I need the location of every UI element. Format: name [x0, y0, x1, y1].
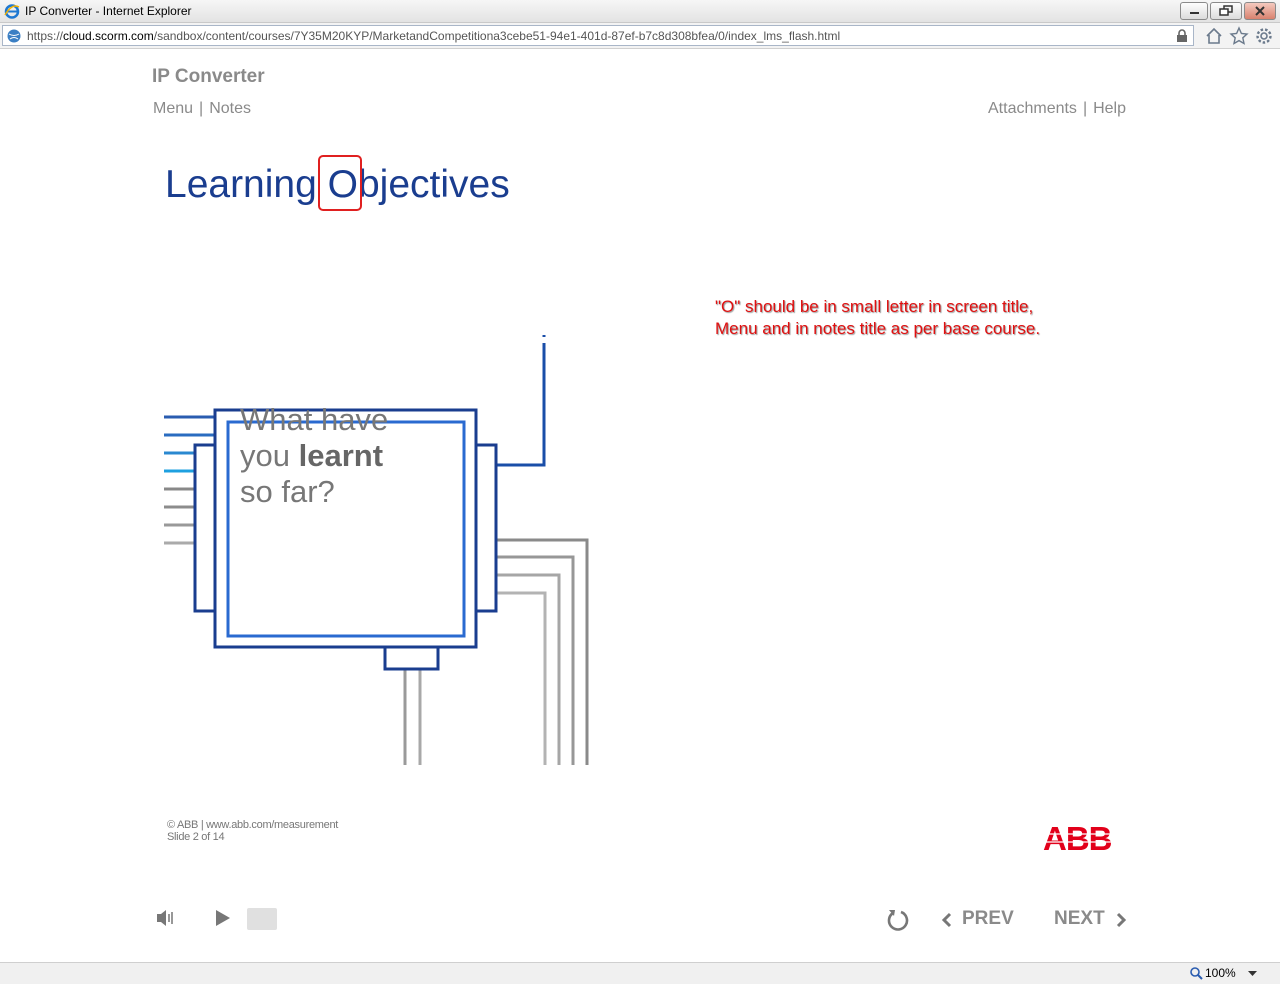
notes-link[interactable]: Notes	[209, 100, 251, 118]
play-icon[interactable]	[213, 907, 233, 929]
top-nav-right: Attachments | Help	[988, 100, 1126, 118]
window-titlebar: IP Converter - Internet Explorer	[0, 0, 1280, 23]
zoom-magnifier-icon	[1190, 967, 1203, 980]
internet-explorer-icon	[4, 4, 20, 19]
chip-right-wires	[496, 538, 589, 765]
review-highlight-box	[318, 155, 362, 211]
help-link[interactable]: Help	[1093, 100, 1126, 118]
course-player: IP Converter Menu | Notes Attachments | Help…	[0, 50, 1280, 962]
url-text: https://cloud.scorm.com/sandbox/content/…	[27, 29, 841, 43]
chip-illustration	[164, 335, 589, 765]
zoom-level[interactable]: 100%	[1205, 966, 1236, 980]
annotation-line-2: Menu and in notes title as per base cour…	[715, 319, 1041, 338]
minimize-icon	[1190, 12, 1199, 14]
chevron-left-icon[interactable]	[941, 912, 953, 928]
replay-icon[interactable]	[885, 907, 911, 933]
close-icon	[1255, 6, 1265, 16]
footer-copyright: © ABB | www.abb.com/measurement Slide 2 …	[167, 819, 339, 843]
url-field[interactable]: https://cloud.scorm.com/sandbox/content/…	[2, 25, 1194, 46]
course-title: IP Converter	[152, 66, 265, 87]
chip-question-text: What have you learnt so far?	[240, 402, 389, 509]
close-button[interactable]	[1244, 2, 1276, 20]
nav-separator: |	[199, 100, 204, 117]
window-title: IP Converter - Internet Explorer	[25, 4, 192, 18]
settings-gear-icon[interactable]	[1254, 26, 1274, 46]
home-icon[interactable]	[1204, 26, 1224, 46]
volume-icon[interactable]	[155, 907, 177, 929]
attachments-link[interactable]: Attachments	[988, 100, 1077, 118]
zoom-dropdown-icon[interactable]	[1248, 971, 1257, 977]
address-bar: https://cloud.scorm.com/sandbox/content/…	[0, 23, 1280, 49]
minimize-button[interactable]	[1180, 2, 1208, 20]
favorites-star-icon[interactable]	[1229, 26, 1249, 46]
next-button[interactable]: NEXT	[1054, 908, 1105, 930]
abb-logo: ABB	[1043, 822, 1115, 854]
annotation-line-1: "O" should be in small letter in screen …	[715, 297, 1034, 316]
lock-icon[interactable]	[1176, 29, 1188, 43]
nav-separator: |	[1082, 100, 1088, 117]
review-annotation: "O" should be in small letter in screen …	[715, 296, 1040, 340]
chevron-right-icon[interactable]	[1115, 912, 1127, 928]
site-globe-icon	[7, 29, 21, 43]
menu-link[interactable]: Menu	[153, 100, 193, 118]
top-nav-left: Menu | Notes	[153, 100, 251, 118]
prev-button[interactable]: PREV	[962, 908, 1014, 930]
progress-slider[interactable]	[247, 908, 277, 930]
svg-text:ABB: ABB	[1043, 822, 1112, 854]
slide-counter: Slide 2 of 14	[167, 831, 225, 843]
restore-icon	[1219, 5, 1233, 16]
restore-button[interactable]	[1210, 2, 1242, 20]
status-bar: 100%	[0, 962, 1280, 984]
